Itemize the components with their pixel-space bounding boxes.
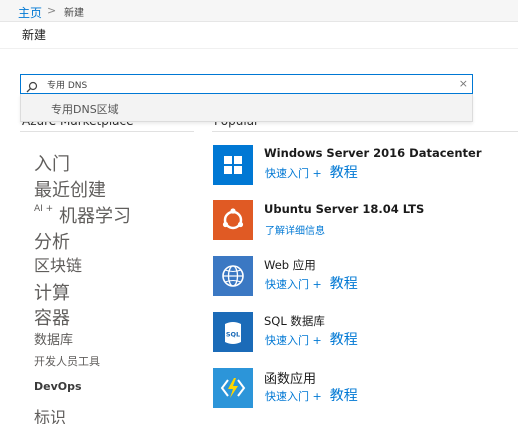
quickstart-link[interactable]: 快速入门 + [265,390,322,403]
quickstart-link[interactable]: 快速入门 + [265,278,322,291]
function-app-icon[interactable] [213,368,253,408]
popular-item-web-app-links: 快速入门 + 教程 [265,273,358,293]
category-developer-tools[interactable]: 开发人员工具 [34,353,100,369]
category-compute[interactable]: 计算 [34,279,70,305]
tutorial-link[interactable]: 教程 [330,388,358,404]
quickstart-link[interactable]: 快速入门 + [265,334,322,347]
popular-item-sql-title[interactable]: SQL 数据库 [264,313,325,329]
breadcrumb: 主页 > 新建 [0,0,518,22]
windows-icon[interactable] [213,145,253,185]
popular-item-windows-title[interactable]: Windows Server 2016 Datacenter [264,146,482,160]
category-analytics[interactable]: 分析 [34,228,70,254]
marketplace-search-input[interactable]: 专用 DNS × [20,74,473,94]
popular-item-ubuntu-title[interactable]: Ubuntu Server 18.04 LTS [264,202,424,216]
category-identity[interactable]: 标识 [34,404,66,424]
category-containers[interactable]: 容器 [34,304,70,330]
quickstart-link[interactable]: 快速入门 + [265,167,322,180]
category-devops[interactable]: DevOps [34,380,82,393]
search-suggestion-item[interactable]: 专用DNS区域 [51,101,119,117]
popular-item-sql-links: 快速入门 + 教程 [265,329,358,349]
search-icon [26,78,38,93]
web-app-icon[interactable] [213,256,253,296]
search-suggestions-dropdown: 专用DNS区域 [20,94,473,122]
svg-text:SQL: SQL [226,331,240,339]
popular-item-windows-links: 快速入门 + 教程 [265,162,358,182]
popular-divider [212,131,518,132]
category-ai-prefix[interactable]: AI + [34,204,53,214]
popular-item-function-app-links: 快速入门 + 教程 [265,385,358,405]
learn-more-link[interactable]: 了解详细信息 [265,226,325,237]
tutorial-link[interactable]: 教程 [330,165,358,181]
ubuntu-icon[interactable] [213,200,253,240]
title-divider [0,48,518,49]
category-get-started[interactable]: 入门 [34,150,70,176]
breadcrumb-separator: > [47,4,57,17]
search-value[interactable]: 专用 DNS [47,78,87,91]
sql-database-icon[interactable]: SQL [213,312,253,352]
category-blockchain[interactable]: 区块链 [34,252,82,276]
popular-item-web-app-title[interactable]: Web 应用 [264,257,316,273]
tutorial-link[interactable]: 教程 [330,332,358,348]
tutorial-link[interactable]: 教程 [330,276,358,292]
popular-item-ubuntu-links: 了解详细信息 [265,219,325,238]
category-databases[interactable]: 数据库 [34,329,73,348]
breadcrumb-home-link[interactable]: 主页 [18,4,42,21]
category-recently-created[interactable]: 最近创建 [34,176,106,202]
category-machine-learning[interactable]: 机器学习 [59,202,131,228]
marketplace-divider [20,131,194,132]
breadcrumb-current: 新建 [64,8,84,19]
page-title: 新建 [22,28,47,42]
clear-icon[interactable]: × [459,77,468,91]
